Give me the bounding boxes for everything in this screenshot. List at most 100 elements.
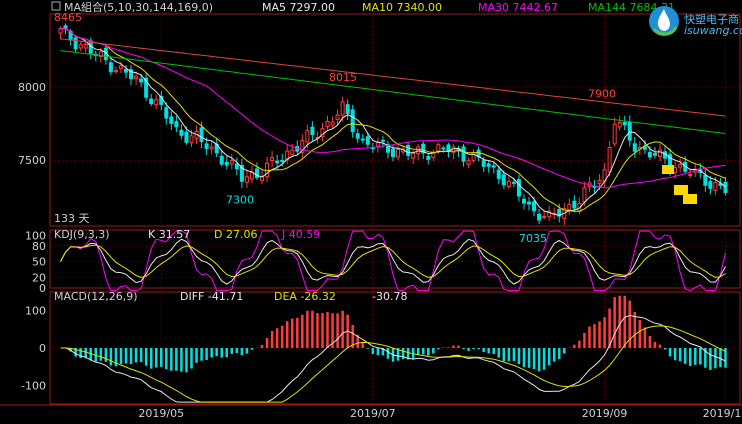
- candle-body: [174, 121, 179, 128]
- candle-body: [516, 179, 521, 197]
- candle-body: [234, 163, 239, 170]
- candle-body: [244, 176, 249, 183]
- candle-body: [345, 104, 350, 115]
- macd-legend-diff: DIFF -41.71: [180, 290, 243, 303]
- candle-body: [164, 107, 169, 119]
- candle-body: [290, 149, 295, 155]
- candle-body: [491, 165, 496, 168]
- candle-body: [486, 163, 491, 167]
- time-tick-label: 2019/07: [350, 407, 396, 420]
- candle-body: [441, 147, 446, 150]
- candle-body: [139, 78, 144, 83]
- candle-body: [350, 109, 355, 133]
- ma30-line: [60, 27, 726, 189]
- candle-body: [703, 174, 708, 186]
- candle-body: [713, 182, 718, 191]
- kdj-legend-d: D 27.06: [214, 228, 257, 241]
- candle-body: [209, 146, 214, 150]
- candle-body: [567, 203, 572, 210]
- candle-body: [622, 121, 627, 126]
- candle-body: [647, 151, 652, 158]
- candle-body: [607, 147, 612, 173]
- candle-body: [532, 201, 537, 212]
- futures-chart[interactable]: 84658015790073007035133 天 800075002019/0…: [0, 0, 742, 424]
- candle-body: [219, 155, 224, 165]
- candle-body: [481, 160, 486, 167]
- candle-body: [708, 181, 713, 189]
- main-legend: MA組合(5,10,30,144,169,0) MA5 7297.00 MA10…: [51, 0, 675, 14]
- candle-body: [189, 135, 194, 144]
- main-legend-title: MA組合(5,10,30,144,169,0): [64, 0, 213, 14]
- price-annotations: 84658015790073007035133 天: [54, 11, 697, 245]
- candle-body: [134, 75, 139, 80]
- legend-box-icon: [51, 1, 61, 11]
- candle-body: [275, 160, 280, 164]
- candle-body: [390, 148, 396, 157]
- candle-body: [542, 216, 547, 219]
- ma144-line: [60, 50, 726, 134]
- macd-legend-title: MACD(12,26,9): [54, 290, 138, 303]
- candle-body: [396, 149, 401, 158]
- logo-drop-icon: [649, 6, 679, 36]
- candle-body: [723, 181, 728, 193]
- candle-body: [58, 28, 63, 34]
- candle-body: [108, 62, 113, 73]
- price-annotation: 7300: [226, 193, 254, 206]
- candle-body: [657, 149, 663, 158]
- candle-body: [224, 161, 229, 166]
- candle-body: [537, 213, 542, 221]
- candle-body: [597, 179, 602, 184]
- candle-body: [154, 99, 159, 106]
- candle-body: [73, 37, 78, 50]
- panel-frame-0: [49, 13, 741, 227]
- candle-body: [169, 116, 174, 124]
- legend-ma10: MA10 7340.00: [362, 1, 442, 14]
- candle-body: [184, 131, 189, 143]
- moving-average-lines: [60, 27, 726, 216]
- macd-histogram: [64, 295, 727, 373]
- candle-body: [496, 169, 501, 179]
- candle-body: [305, 130, 310, 143]
- isuwang-logo: 快塑电子商 isuwang.co: [644, 0, 742, 40]
- candle-body: [632, 143, 637, 152]
- candle-body: [179, 129, 184, 136]
- candle-body: [280, 159, 285, 162]
- kdj-legend-title: KDJ(9,3,3): [54, 228, 110, 241]
- candle-body: [426, 156, 431, 160]
- time-tick-label: 2019/05: [138, 407, 184, 420]
- candle-body: [506, 180, 511, 188]
- candle-body: [335, 114, 340, 120]
- marker-icon: [674, 185, 688, 195]
- candle-body: [521, 198, 526, 204]
- candle-body: [572, 200, 577, 209]
- price-annotation: 133 天: [54, 212, 90, 225]
- price-annotation: 7035: [519, 232, 547, 245]
- candle-body: [310, 126, 315, 136]
- candle-body: [617, 121, 622, 128]
- candle-body: [270, 157, 275, 162]
- candle-body: [118, 65, 123, 69]
- candle-body: [678, 164, 683, 168]
- price-tick-label: 8000: [18, 81, 46, 94]
- candle-body: [471, 152, 476, 161]
- candle-body: [416, 146, 421, 155]
- candle-body: [83, 44, 88, 49]
- price-annotation: 7900: [588, 88, 616, 101]
- candle-body: [451, 146, 456, 154]
- time-tick-label: 2019/10: [703, 407, 742, 420]
- candle-body: [673, 167, 678, 173]
- candle-body: [330, 121, 335, 126]
- marker-icon: [683, 194, 697, 204]
- candlestick-series[interactable]: [58, 23, 728, 225]
- kdj-legend-j: J 40.59: [281, 228, 320, 241]
- candle-body: [411, 152, 416, 159]
- candle-body: [199, 127, 204, 143]
- candle-body: [63, 25, 68, 29]
- candle-body: [466, 160, 471, 165]
- kdj-tick-label: 0: [39, 282, 46, 295]
- candle-body: [365, 136, 370, 145]
- price-grid: [50, 14, 740, 404]
- candle-body: [380, 139, 385, 142]
- macd-tick-label: -100: [21, 379, 46, 392]
- candle-body: [582, 187, 587, 203]
